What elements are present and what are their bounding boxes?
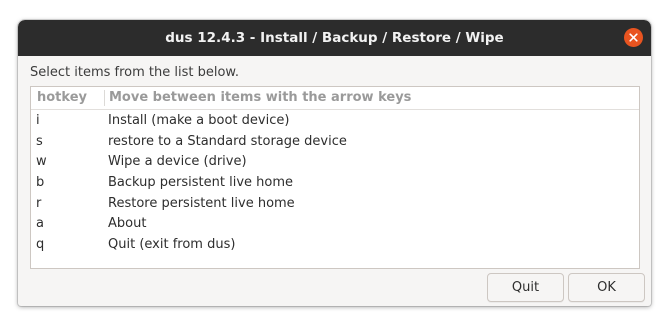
list-item-backup[interactable]: b Backup persistent live home xyxy=(31,172,639,193)
window-title: dus 12.4.3 - Install / Backup / Restore … xyxy=(165,30,504,46)
description-cell: restore to a Standard storage device xyxy=(108,133,347,149)
list-item-restore-standard[interactable]: s restore to a Standard storage device xyxy=(31,131,639,152)
description-cell: Wipe a device (drive) xyxy=(108,154,247,170)
list-item-restore-home[interactable]: r Restore persistent live home xyxy=(31,193,639,214)
list-header: hotkey Move between items with the arrow… xyxy=(31,87,639,110)
description-cell: Restore persistent live home xyxy=(108,195,295,211)
title-bar[interactable]: dus 12.4.3 - Install / Backup / Restore … xyxy=(18,20,651,56)
hotkey-cell: i xyxy=(36,113,40,128)
hotkey-cell: s xyxy=(36,133,43,149)
list-item-wipe[interactable]: w Wipe a device (drive) xyxy=(31,151,639,172)
dialog-window: dus 12.4.3 - Install / Backup / Restore … xyxy=(18,20,651,306)
list-item-quit[interactable]: q Quit (exit from dus) xyxy=(31,234,639,255)
item-list[interactable]: hotkey Move between items with the arrow… xyxy=(30,86,640,269)
close-icon xyxy=(629,33,638,42)
hotkey-cell: r xyxy=(36,195,42,211)
instruction-text: Select items from the list below. xyxy=(30,65,239,80)
description-cell: Quit (exit from dus) xyxy=(108,237,236,253)
hotkey-cell: a xyxy=(36,216,44,232)
column-header-description[interactable]: Move between items with the arrow keys xyxy=(109,90,411,105)
list-item-about[interactable]: a About xyxy=(31,213,639,234)
column-header-hotkey[interactable]: hotkey xyxy=(37,90,87,105)
hotkey-cell: q xyxy=(36,237,45,253)
description-cell: About xyxy=(108,216,147,232)
list-rows: i Install (make a boot device) s restore… xyxy=(31,110,639,255)
column-separator xyxy=(104,90,105,106)
description-cell: Install (make a boot device) xyxy=(108,113,290,128)
description-cell: Backup persistent live home xyxy=(108,175,294,191)
close-button[interactable] xyxy=(624,28,643,47)
list-item-install[interactable]: i Install (make a boot device) xyxy=(31,110,639,131)
hotkey-cell: w xyxy=(36,154,47,170)
hotkey-cell: b xyxy=(36,175,45,191)
quit-button[interactable]: Quit xyxy=(487,273,564,302)
ok-button[interactable]: OK xyxy=(568,273,645,302)
